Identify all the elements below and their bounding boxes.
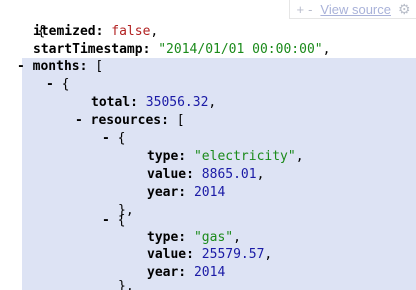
expand-all-button[interactable]: + (296, 2, 304, 17)
comma: , (256, 167, 265, 182)
resource1-year-line: year: 2014 (147, 264, 225, 282)
resource1-open-line: - { (102, 212, 125, 230)
resource0-collapse-toggle[interactable]: - (102, 131, 110, 146)
root-open-line: { (6, 5, 45, 39)
resource0-year-line: year: 2014 (147, 184, 225, 202)
resource0-value-key: value: (147, 167, 194, 182)
resource1-type-value: "gas" (193, 230, 234, 245)
comma: , (208, 95, 217, 110)
resources-line: - resources: [ (75, 112, 185, 130)
months-open-bracket: [ (95, 59, 104, 74)
month0-open-line: - { (46, 76, 69, 94)
gear-icon[interactable]: ⚙ (398, 2, 412, 16)
months-line: - months: [ (17, 58, 103, 76)
resource1-type-key: type: (147, 230, 187, 245)
resource0-year-value: 2014 (193, 185, 226, 200)
resource1-close-line: }, (118, 278, 134, 290)
resource0-type-line: type: "electricity", (147, 148, 304, 166)
resource1-value-value: 25579.57 (201, 247, 265, 262)
resources-open-bracket: [ (176, 113, 185, 128)
month0-collapse-toggle[interactable]: - (46, 77, 54, 92)
total-key: total: (91, 95, 138, 110)
comma: , (295, 149, 304, 164)
total-value: 35056.32 (145, 95, 209, 110)
resource0-year-key: year: (147, 185, 187, 200)
resource0-value-value: 8865.01 (201, 167, 257, 182)
total-line: total: 35056.32, (91, 94, 216, 112)
resource1-value-line: value: 25579.57, (147, 246, 272, 264)
start-timestamp-value: "2014/01/01 00:00:00" (158, 42, 323, 57)
json-viewer: + - View source ⚙ { itemized: false, sta… (0, 0, 416, 290)
comma: , (233, 230, 241, 245)
resources-collapse-toggle[interactable]: - (75, 113, 83, 128)
start-timestamp-line: startTimestamp: "2014/01/01 00:00:00", (33, 41, 330, 59)
start-timestamp-key: startTimestamp: (33, 42, 151, 57)
itemized-key: itemized: (33, 24, 104, 39)
itemized-line: itemized: false, (33, 23, 158, 41)
resource1-open-brace: { (117, 213, 126, 228)
months-key: months: (32, 59, 88, 74)
resource1-year-key: year: (147, 265, 187, 280)
comma: , (150, 24, 159, 39)
resource1-value-key: value: (147, 247, 194, 262)
collapse-all-button[interactable]: - (308, 2, 312, 17)
comma: , (322, 42, 331, 57)
viewer-toolbar: + - View source ⚙ (289, 0, 416, 19)
resource1-type-line: type: "gas", (147, 229, 241, 247)
resource1-year-value: 2014 (193, 265, 226, 280)
view-source-link[interactable]: View source (320, 2, 391, 17)
resource0-value-line: value: 8865.01, (147, 166, 264, 184)
month0-open-brace: { (61, 77, 70, 92)
months-collapse-toggle[interactable]: - (17, 59, 25, 74)
itemized-value: false (111, 24, 151, 39)
resource0-type-key: type: (147, 149, 187, 164)
resource1-collapse-toggle[interactable]: - (102, 213, 110, 228)
resource1-close-brace: }, (118, 279, 134, 290)
resources-key: resources: (90, 113, 169, 128)
comma: , (264, 247, 273, 262)
resource0-open-brace: { (117, 131, 126, 146)
resource0-type-value: "electricity" (193, 149, 296, 164)
resource0-open-line: - { (102, 130, 125, 148)
